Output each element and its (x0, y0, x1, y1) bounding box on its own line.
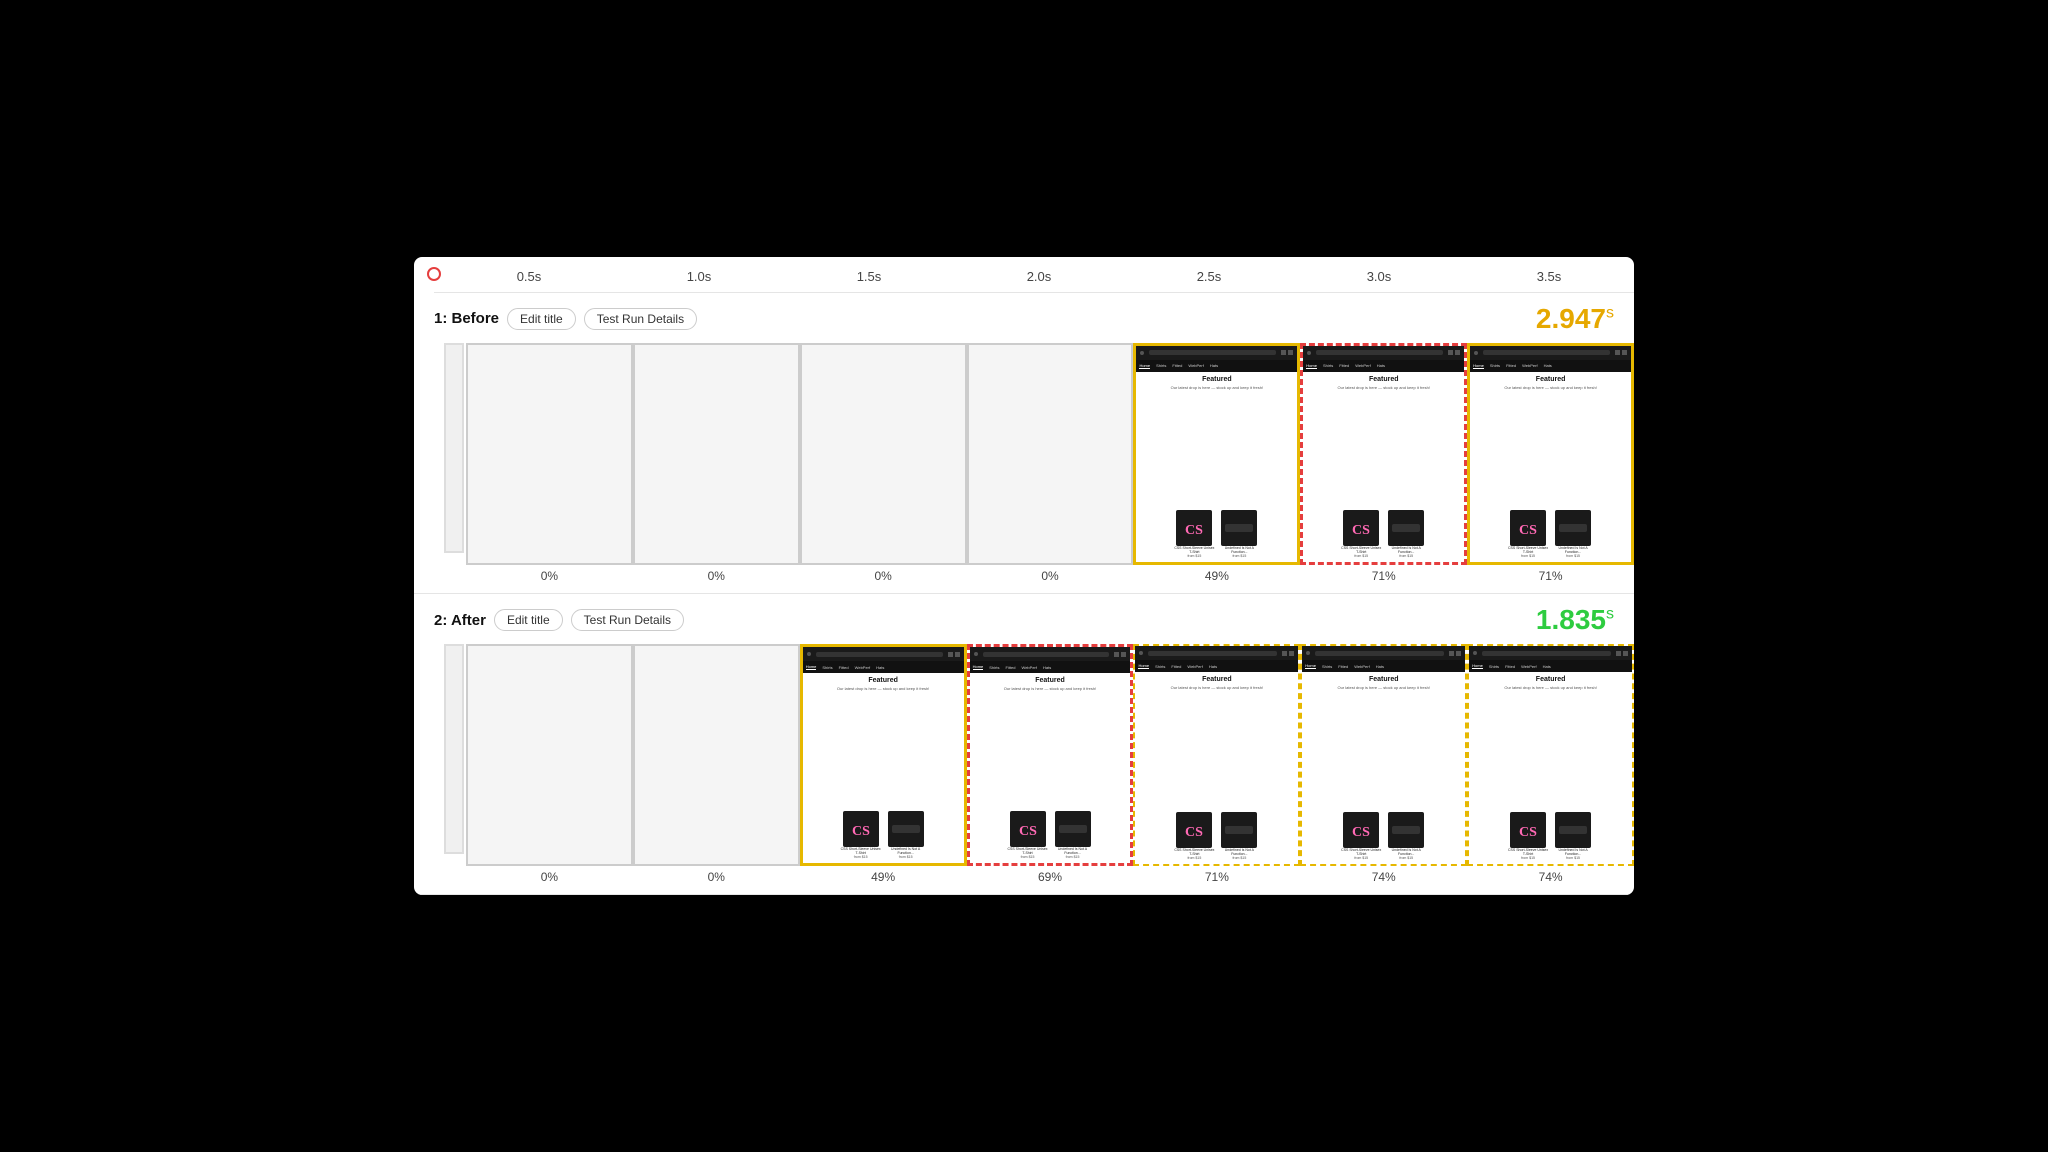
before-score: 2.947s (1536, 303, 1614, 335)
svg-text:CS: CS (1185, 825, 1203, 840)
frame-column-first (444, 343, 464, 563)
frame-percentage: 69% (1038, 870, 1062, 884)
frame-column: HomeShirtsFittedWebPerfHatsFeaturedOur l… (1300, 343, 1467, 589)
before-section: 1: Before Edit title Test Run Details 2.… (414, 293, 1634, 594)
frame-percentage: 0% (1041, 569, 1058, 583)
timeline-ticks: 0.5s1.0s1.5s2.0s2.5s3.0s3.5s (444, 269, 1634, 284)
after-header: 2: After Edit title Test Run Details 1.8… (434, 604, 1634, 636)
frame-percentage: 0% (708, 569, 725, 583)
svg-text:CS: CS (852, 824, 870, 839)
after-title: 2: After (434, 612, 486, 629)
frame-thumbnail[interactable] (633, 644, 800, 866)
frame-percentage: 0% (541, 870, 558, 884)
frame-thumbnail[interactable]: HomeShirtsFittedWebPerfHatsFeaturedOur l… (1467, 343, 1634, 565)
mini-browser-content: HomeShirtsFittedWebPerfHatsFeaturedOur l… (1302, 646, 1465, 864)
timeline-tick: 1.5s (784, 269, 954, 284)
mini-browser-content: HomeShirtsFittedWebPerfHatsFeaturedOur l… (1303, 346, 1464, 562)
timeline-tick: 2.5s (1124, 269, 1294, 284)
frame-percentage: 0% (541, 569, 558, 583)
before-edit-button[interactable]: Edit title (507, 308, 576, 330)
frame-column: 0% (466, 343, 633, 589)
svg-text:CS: CS (1185, 523, 1203, 538)
mini-browser-content: HomeShirtsFittedWebPerfHatsFeaturedOur l… (1469, 646, 1632, 864)
frame-column: 0% (633, 644, 800, 890)
svg-text:CS: CS (1519, 523, 1537, 538)
frame-thumbnail[interactable]: HomeShirtsFittedWebPerfHatsFeaturedOur l… (1467, 644, 1634, 866)
before-details-button[interactable]: Test Run Details (584, 308, 697, 330)
frame-thumbnail[interactable]: HomeShirtsFittedWebPerfHatsFeaturedOur l… (967, 644, 1134, 866)
frame-percentage: 71% (1539, 569, 1563, 583)
frame-thumbnail[interactable] (466, 644, 633, 866)
svg-text:CS: CS (1352, 825, 1370, 840)
frame-column: HomeShirtsFittedWebPerfHatsFeaturedOur l… (1133, 343, 1300, 589)
timeline-tick: 1.0s (614, 269, 784, 284)
before-title: 1: Before (434, 310, 499, 327)
frame-column: HomeShirtsFittedWebPerfHatsFeaturedOur l… (1467, 644, 1634, 890)
frame-column: HomeShirtsFittedWebPerfHatsFeaturedOur l… (800, 644, 967, 890)
svg-text:CS: CS (1352, 523, 1370, 538)
main-panel: 0.5s1.0s1.5s2.0s2.5s3.0s3.5s 1: Before E… (414, 257, 1634, 896)
after-score: 1.835s (1536, 604, 1614, 636)
timeline-tick: 0.5s (444, 269, 614, 284)
frame-percentage: 0% (708, 870, 725, 884)
frame-percentage: 49% (1205, 569, 1229, 583)
mini-browser-content: HomeShirtsFittedWebPerfHatsFeaturedOur l… (1135, 646, 1298, 864)
after-details-button[interactable]: Test Run Details (571, 609, 684, 631)
frame-thumbnail-first (444, 644, 464, 854)
frame-percentage: 74% (1539, 870, 1563, 884)
frame-percentage: 71% (1205, 870, 1229, 884)
frame-thumbnail-first (444, 343, 464, 553)
frame-thumbnail[interactable]: HomeShirtsFittedWebPerfHatsFeaturedOur l… (800, 644, 967, 866)
after-edit-button[interactable]: Edit title (494, 609, 563, 631)
frame-percentage: 0% (874, 569, 891, 583)
frame-column: HomeShirtsFittedWebPerfHatsFeaturedOur l… (1300, 644, 1467, 890)
timeline-marker (427, 267, 441, 281)
frame-thumbnail[interactable]: HomeShirtsFittedWebPerfHatsFeaturedOur l… (1300, 644, 1467, 866)
frame-thumbnail[interactable] (967, 343, 1134, 565)
before-filmstrip: 0% 0% 0% 0% HomeShirtsFittedWebPerfHatsFeat… (444, 343, 1634, 589)
frame-column: HomeShirtsFittedWebPerfHatsFeaturedOur l… (967, 644, 1134, 890)
frame-thumbnail[interactable]: HomeShirtsFittedWebPerfHatsFeaturedOur l… (1133, 644, 1300, 866)
frame-column: HomeShirtsFittedWebPerfHatsFeaturedOur l… (1133, 644, 1300, 890)
before-header: 1: Before Edit title Test Run Details 2.… (434, 303, 1634, 335)
mini-browser-content: HomeShirtsFittedWebPerfHatsFeaturedOur l… (970, 647, 1131, 863)
mini-browser-content: HomeShirtsFittedWebPerfHatsFeaturedOur l… (803, 647, 964, 863)
frame-thumbnail[interactable]: HomeShirtsFittedWebPerfHatsFeaturedOur l… (1133, 343, 1300, 565)
frame-percentage: 71% (1372, 569, 1396, 583)
timeline-tick: 2.0s (954, 269, 1124, 284)
frame-thumbnail[interactable]: HomeShirtsFittedWebPerfHatsFeaturedOur l… (1300, 343, 1467, 565)
frame-percentage: 49% (871, 870, 895, 884)
after-filmstrip: 0% 0% HomeShirtsFittedWebPerfHatsFeatured… (444, 644, 1634, 890)
svg-text:CS: CS (1019, 824, 1037, 839)
mini-browser-content: HomeShirtsFittedWebPerfHatsFeaturedOur l… (1136, 346, 1297, 562)
timeline-header: 0.5s1.0s1.5s2.0s2.5s3.0s3.5s (434, 257, 1634, 293)
frame-thumbnail[interactable] (633, 343, 800, 565)
frame-column: 0% (800, 343, 967, 589)
frame-thumbnail[interactable] (466, 343, 633, 565)
timeline-tick: 3.5s (1464, 269, 1634, 284)
after-section: 2: After Edit title Test Run Details 1.8… (414, 594, 1634, 895)
frame-column: 0% (633, 343, 800, 589)
frame-column: 0% (466, 644, 633, 890)
timeline-tick: 3.0s (1294, 269, 1464, 284)
frame-column: 0% (967, 343, 1134, 589)
frame-column: HomeShirtsFittedWebPerfHatsFeaturedOur l… (1467, 343, 1634, 589)
frame-percentage: 74% (1372, 870, 1396, 884)
frame-thumbnail[interactable] (800, 343, 967, 565)
mini-browser-content: HomeShirtsFittedWebPerfHatsFeaturedOur l… (1470, 346, 1631, 562)
frame-column-first (444, 644, 464, 864)
svg-text:CS: CS (1519, 825, 1537, 840)
